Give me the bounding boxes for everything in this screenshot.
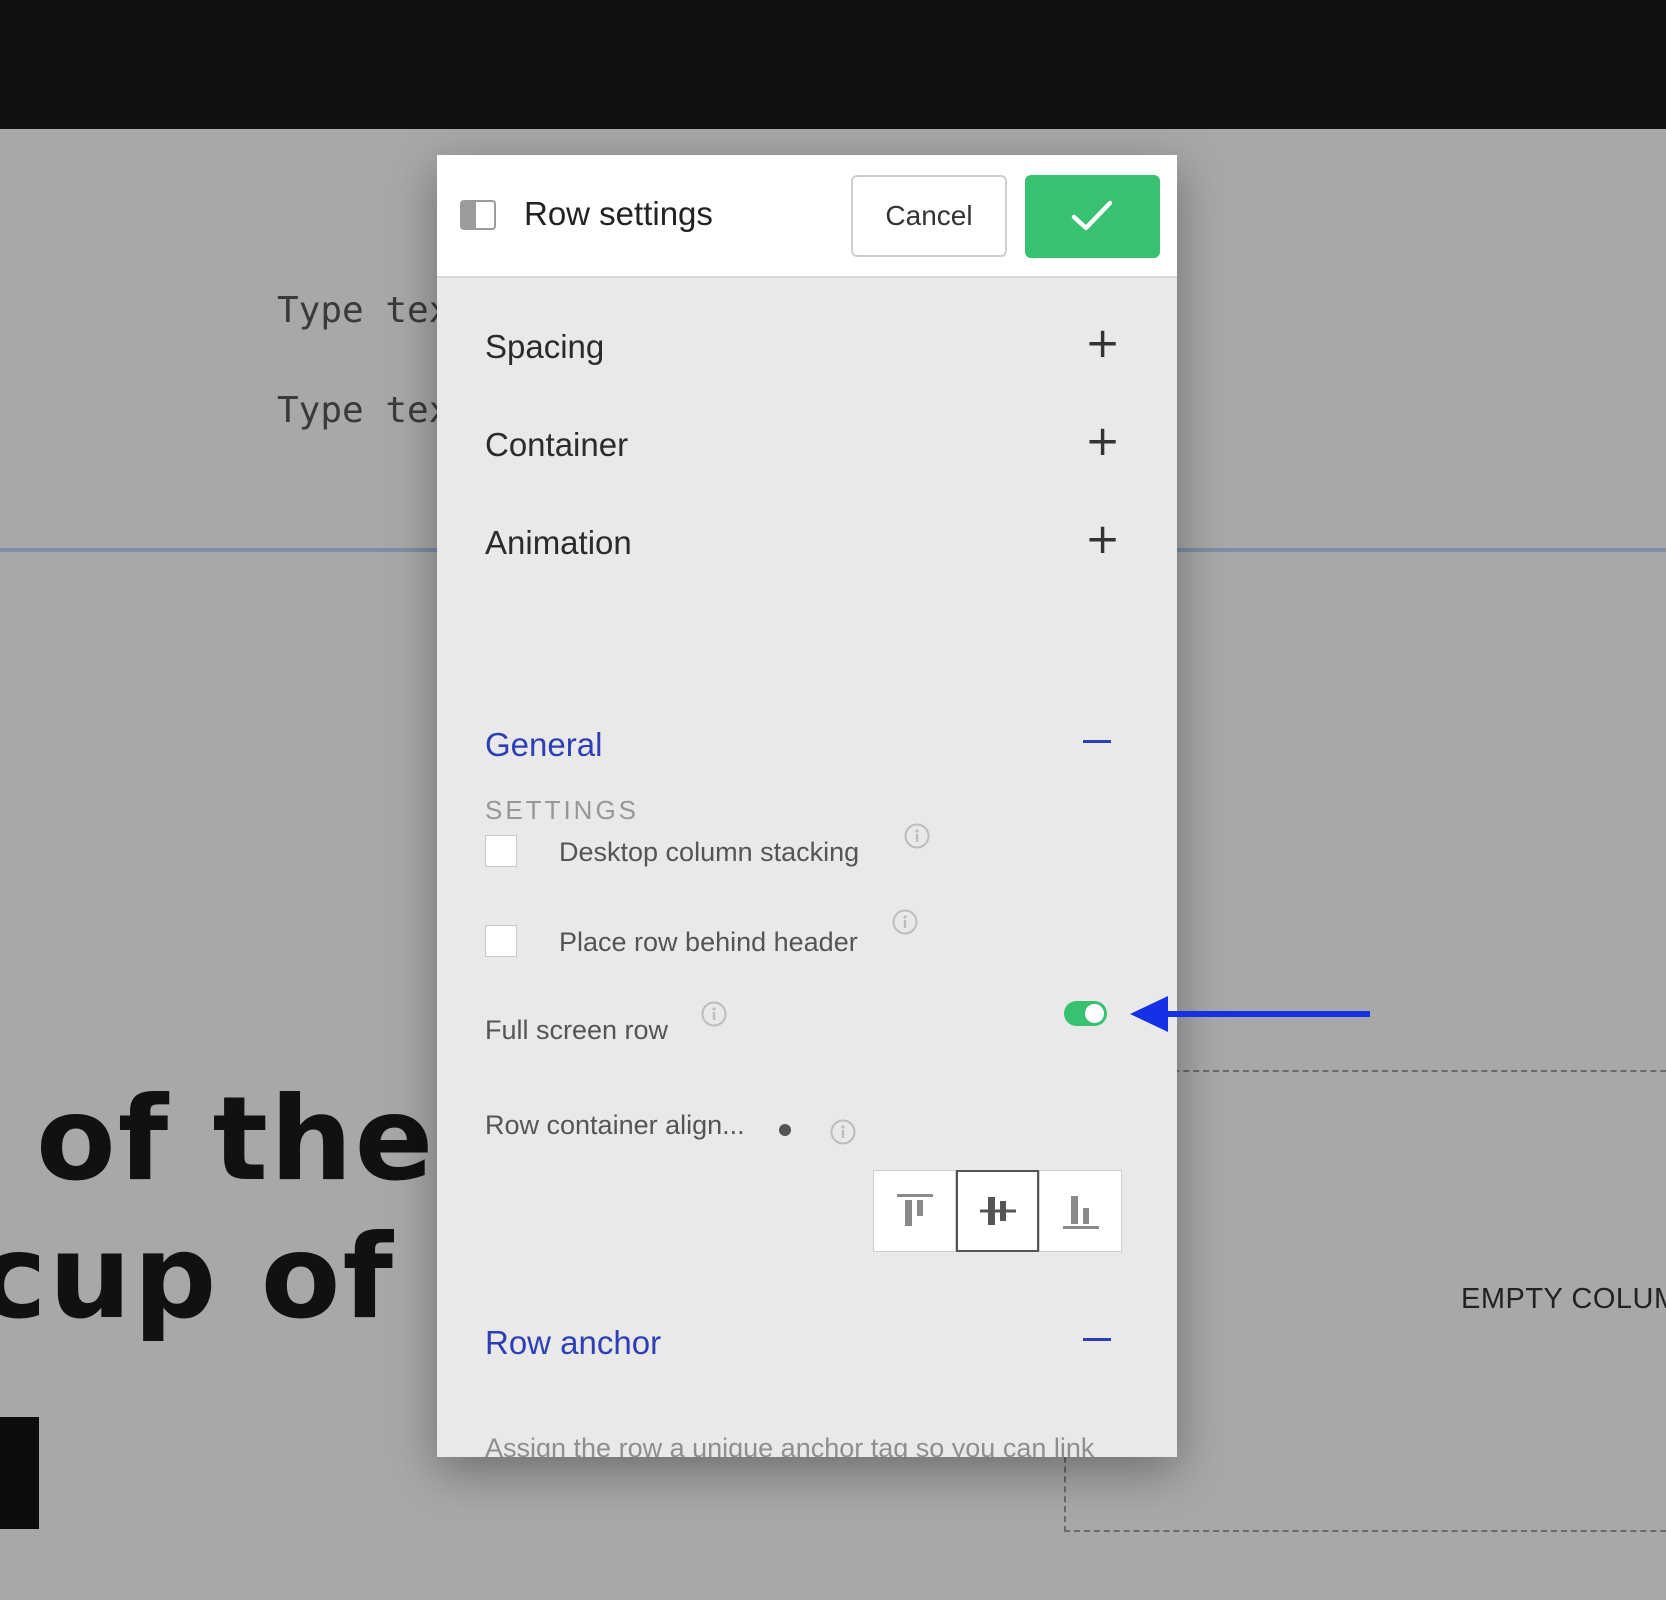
behind-header-label: Place row behind header bbox=[559, 927, 858, 957]
plus-icon: + bbox=[1085, 416, 1121, 465]
desktop-stacking-checkbox[interactable] bbox=[485, 835, 517, 867]
accordion-animation-label: Animation bbox=[485, 524, 632, 561]
row-anchor-description: Assign the row a unique anchor tag so yo… bbox=[485, 1433, 1095, 1457]
info-icon[interactable] bbox=[701, 1001, 727, 1027]
info-icon[interactable] bbox=[892, 909, 918, 935]
group-general-title: General bbox=[485, 726, 603, 763]
group-general-header[interactable]: General bbox=[485, 718, 1111, 778]
accordion-spacing-label: Spacing bbox=[485, 328, 605, 365]
confirm-button[interactable] bbox=[1025, 175, 1160, 258]
info-icon[interactable] bbox=[904, 823, 930, 849]
group-row-anchor-title: Row anchor bbox=[485, 1324, 662, 1361]
bg-type-text-1: Type tex bbox=[277, 290, 451, 331]
modal-header: Row settings Cancel bbox=[437, 155, 1177, 278]
align-middle-button[interactable] bbox=[956, 1170, 1039, 1252]
behind-header-checkbox[interactable] bbox=[485, 925, 517, 957]
bg-type-text-2: Type tex bbox=[277, 390, 451, 431]
minus-icon bbox=[1083, 740, 1111, 743]
annotation-arrow-icon bbox=[1130, 996, 1370, 1032]
accordion-container-label: Container bbox=[485, 426, 629, 463]
row-settings-modal: Row settings Cancel Spacing + Container … bbox=[437, 155, 1177, 1457]
plus-icon: + bbox=[1085, 514, 1121, 563]
group-row-anchor-header[interactable]: Row anchor bbox=[485, 1316, 1111, 1376]
accordion-spacing[interactable]: Spacing + bbox=[485, 318, 1120, 378]
bg-black-button bbox=[0, 1417, 39, 1529]
align-bottom-icon bbox=[1062, 1196, 1099, 1229]
plus-icon: + bbox=[1085, 318, 1121, 367]
row-container-align-label: Row container align... bbox=[485, 1110, 745, 1140]
align-top-icon bbox=[896, 1194, 933, 1226]
settings-section-label: SETTINGS bbox=[485, 795, 640, 825]
full-screen-row-toggle[interactable] bbox=[1064, 1001, 1107, 1026]
minus-icon bbox=[1083, 1338, 1111, 1341]
modified-indicator-dot bbox=[779, 1124, 791, 1136]
info-icon[interactable] bbox=[830, 1119, 856, 1145]
check-icon bbox=[1071, 200, 1113, 231]
empty-column-label: EMPTY COLUMN bbox=[1461, 1283, 1666, 1315]
align-middle-icon bbox=[979, 1197, 1016, 1225]
cancel-button[interactable]: Cancel bbox=[851, 175, 1007, 257]
top-bar bbox=[0, 0, 1666, 129]
accordion-container[interactable]: Container + bbox=[485, 416, 1120, 476]
panel-toggle-icon[interactable] bbox=[460, 200, 496, 230]
modal-title: Row settings bbox=[524, 195, 713, 232]
alignment-button-group bbox=[873, 1170, 1123, 1252]
accordion-animation[interactable]: Animation + bbox=[485, 514, 1120, 574]
align-bottom-button[interactable] bbox=[1039, 1170, 1122, 1252]
full-screen-row-label: Full screen row bbox=[485, 1015, 669, 1045]
align-top-button[interactable] bbox=[873, 1170, 956, 1252]
desktop-stacking-label: Desktop column stacking bbox=[559, 837, 860, 867]
